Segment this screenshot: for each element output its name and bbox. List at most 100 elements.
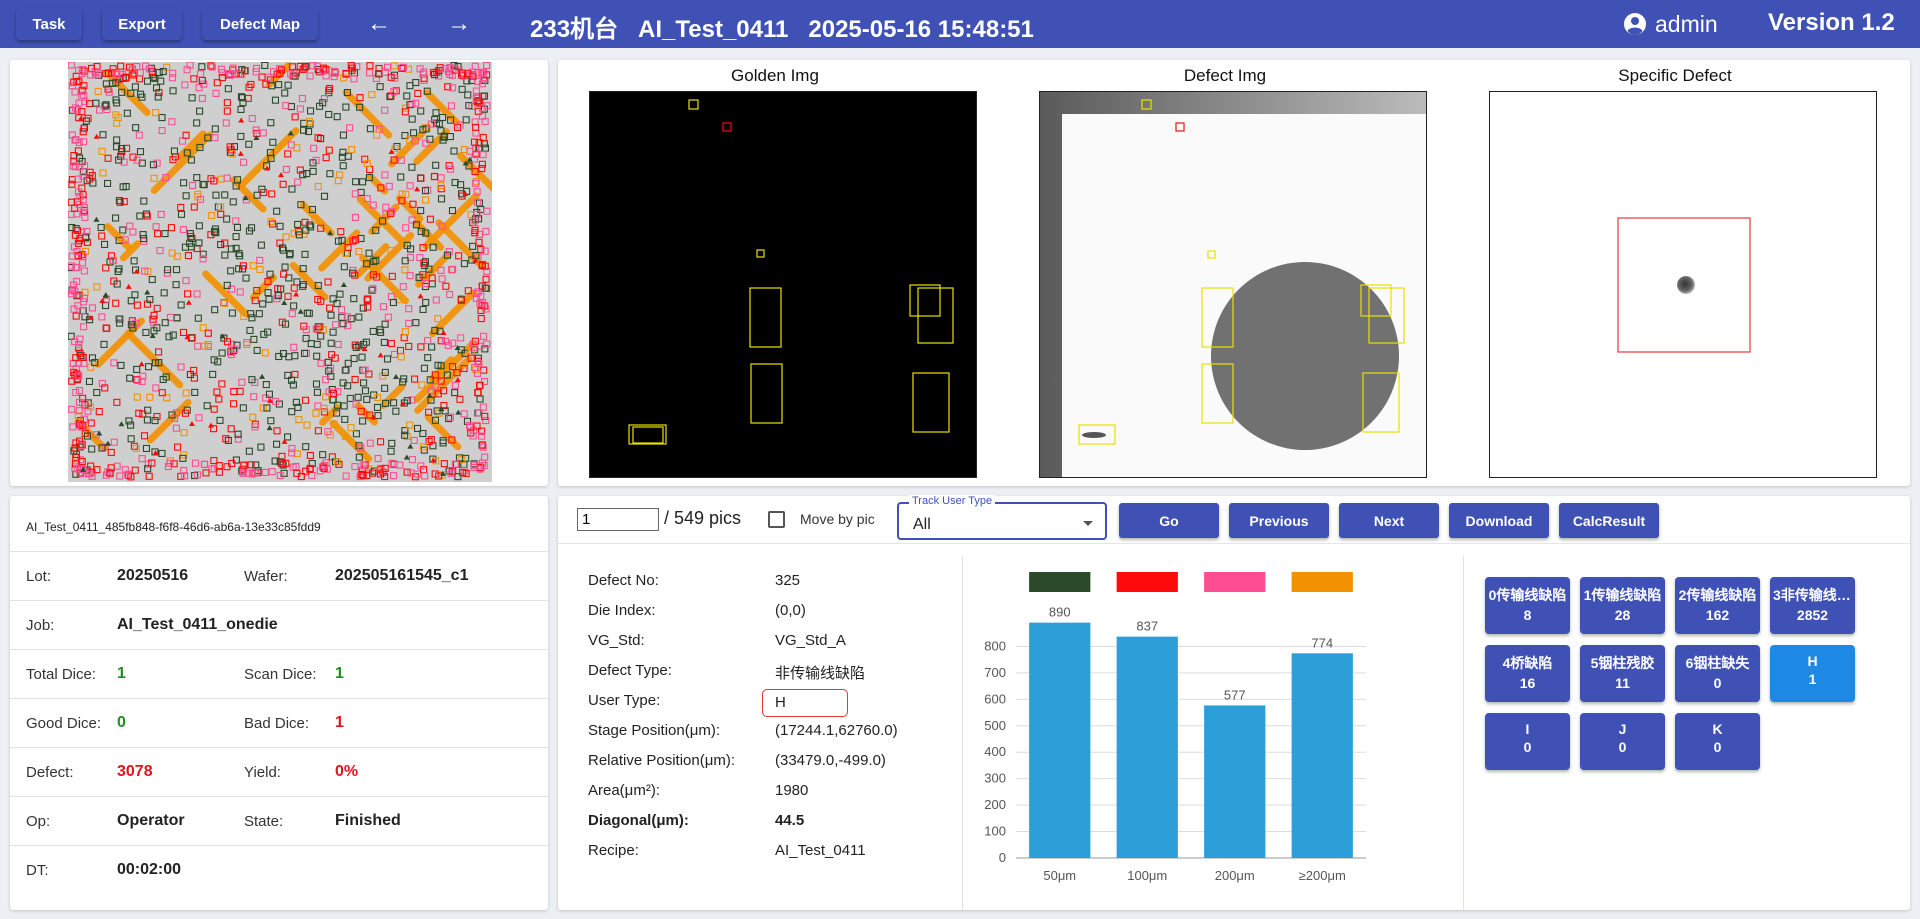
defect-type-count: 2852 — [1796, 607, 1829, 623]
defect-type-count: 162 — [1705, 607, 1730, 623]
task-button[interactable]: Task — [16, 8, 82, 40]
y-tick-label: 300 — [984, 771, 1006, 786]
golden-marker-1 — [688, 99, 699, 110]
wafer-value: 202505161545_c1 — [335, 567, 469, 584]
defect-type-count: 0 — [1713, 739, 1722, 755]
defect-type-value: 非传输线缺陷 — [775, 665, 866, 682]
track-user-type-value: All — [913, 516, 931, 533]
scan-dice-label: Scan Dice: — [244, 666, 317, 683]
defect-type-button[interactable]: 1传输线缺陷 28 — [1580, 577, 1665, 634]
x-tick-label: ≥200μm — [1299, 868, 1346, 883]
lot-value: 20250516 — [117, 567, 189, 584]
user-menu[interactable]: admin — [1623, 9, 1718, 39]
good-dice-value: 0 — [117, 714, 126, 731]
next-button[interactable]: Next — [1339, 503, 1439, 538]
defect-type-count: 0 — [1523, 739, 1532, 755]
golden-marker-2 — [722, 122, 732, 132]
go-button[interactable]: Go — [1119, 503, 1219, 538]
defect-type-button[interactable]: 0传输线缺陷 8 — [1485, 577, 1570, 634]
relative-position-value: (33479.0,-499.0) — [775, 752, 886, 769]
y-tick-label: 0 — [999, 850, 1006, 865]
defect-type-name: 2传输线缺陷 — [1678, 587, 1757, 603]
defect-type-button[interactable]: K0 — [1675, 713, 1760, 770]
defect-type-name: 4桥缺陷 — [1502, 655, 1553, 671]
bar-3[interactable] — [1291, 653, 1353, 858]
page-title: 233机台 AI_Test_0411 2025-05-16 15:48:51 — [530, 9, 1054, 44]
vg-std-value: VG_Std_A — [775, 632, 846, 649]
legend-swatch-2[interactable] — [1204, 572, 1266, 592]
track-user-type-select[interactable]: Track User Type All — [897, 495, 1107, 540]
defect-type-button[interactable]: 2传输线缺陷 162 — [1675, 577, 1760, 634]
page-number-input[interactable] — [577, 508, 659, 531]
calc-result-button[interactable]: CalcResult — [1559, 503, 1659, 538]
defect-type-button[interactable]: I0 — [1485, 713, 1570, 770]
die-index-value: (0,0) — [775, 602, 806, 619]
user-name: admin — [1655, 10, 1718, 37]
area-label: Area(μm²): — [588, 782, 660, 799]
x-tick-label: 100μm — [1127, 868, 1167, 883]
defect-type-name: I — [1525, 721, 1530, 737]
defect-map-button[interactable]: Defect Map — [202, 8, 318, 40]
defect-no-value: 325 — [775, 572, 801, 589]
stage-position-value: (17244.1,62760.0) — [775, 722, 898, 739]
good-dice-label: Good Dice: — [26, 715, 102, 732]
dt-label: DT: — [26, 862, 49, 879]
bar-value-label: 774 — [1311, 635, 1333, 650]
defect-value: 3078 — [117, 763, 153, 780]
export-button[interactable]: Export — [102, 8, 182, 40]
wafer-map[interactable] — [68, 62, 492, 482]
legend-swatch-0[interactable] — [1029, 572, 1091, 592]
caret-down-icon — [1083, 521, 1093, 526]
specific-defect-image[interactable] — [1489, 91, 1877, 478]
job-value: AI_Test_0411_onedie — [117, 616, 278, 633]
forward-arrow-icon[interactable]: → — [444, 10, 474, 38]
recipe-label: Recipe: — [588, 842, 639, 859]
defect-type-count: 1 — [1808, 671, 1817, 687]
defect-image[interactable] — [1039, 91, 1427, 478]
defect-type-count: 28 — [1614, 607, 1631, 623]
bar-2[interactable] — [1204, 705, 1266, 858]
back-arrow-icon[interactable]: ← — [364, 10, 394, 38]
user-type-label: User Type: — [588, 692, 661, 709]
previous-button[interactable]: Previous — [1229, 503, 1329, 538]
user-type-field[interactable]: H — [762, 689, 848, 717]
yield-label: Yield: — [244, 764, 281, 781]
download-button[interactable]: Download — [1449, 503, 1549, 538]
wafer-info-panel: AI_Test_0411_485fb848-f6f8-46d6-ab6a-13e… — [10, 496, 548, 910]
bar-value-label: 837 — [1136, 619, 1158, 634]
machine-name: 233机台 — [530, 16, 619, 43]
defect-type-label: Defect Type: — [588, 662, 672, 679]
bar-0[interactable] — [1029, 622, 1091, 858]
info-row-lot: Lot: 20250516 Wafer: 202505161545_c1 — [10, 551, 548, 600]
pics-total: / 549 pics — [664, 508, 742, 528]
defect-type-name: J — [1618, 721, 1627, 737]
defect-image-overlay — [1040, 92, 1426, 477]
version-label: Version 1.2 — [1768, 9, 1895, 36]
defect-type-count: 16 — [1519, 675, 1536, 691]
golden-image[interactable] — [589, 91, 977, 478]
op-label: Op: — [26, 813, 51, 830]
defect-circle — [1211, 262, 1399, 450]
golden-image-overlay — [628, 99, 954, 445]
defect-type-button[interactable]: H1 — [1770, 645, 1855, 702]
defect-type-button[interactable]: 3非传输线缺陷 2852 — [1770, 577, 1855, 634]
x-tick-label: 200μm — [1215, 868, 1255, 883]
move-by-pic-checkbox[interactable] — [768, 511, 785, 528]
defect-type-button[interactable]: 4桥缺陷 16 — [1485, 645, 1570, 702]
y-tick-label: 600 — [984, 691, 1006, 706]
defect-type-count: 0 — [1618, 739, 1627, 755]
defect-type-button[interactable]: 6铟柱缺失 0 — [1675, 645, 1760, 702]
wafer-map-panel — [10, 60, 548, 486]
op-value: Operator — [117, 812, 185, 829]
legend-swatch-3[interactable] — [1291, 572, 1353, 592]
area-value: 1980 — [775, 782, 809, 799]
move-by-pic-label: Move by pic — [800, 511, 875, 527]
die-index-label: Die Index: — [588, 602, 656, 619]
legend-swatch-1[interactable] — [1116, 572, 1178, 592]
size-distribution-chart: 0 100 200 300 400 500 600 700 800 890 50μm 837 100μm… — [984, 572, 1366, 883]
golden-marker-9 — [628, 424, 667, 445]
bar-1[interactable] — [1116, 636, 1178, 858]
defect-type-button[interactable]: J0 — [1580, 713, 1665, 770]
bar-value-label: 577 — [1224, 687, 1246, 702]
defect-type-button[interactable]: 5铟柱残胶 11 — [1580, 645, 1665, 702]
